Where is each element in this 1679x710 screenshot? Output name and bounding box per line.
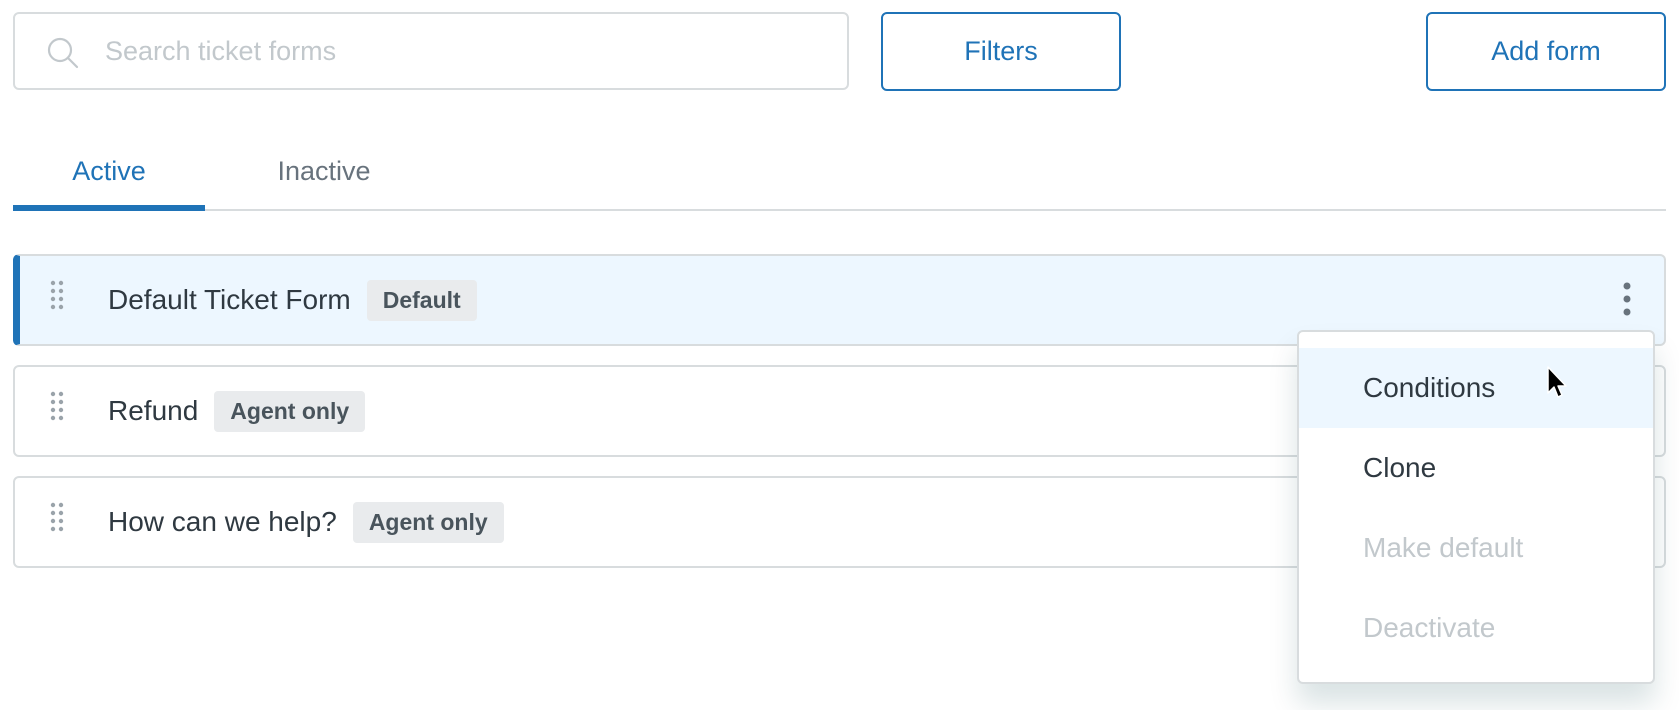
form-name-text: Refund: [108, 395, 199, 426]
form-name: Default Ticket Form Default: [108, 256, 477, 344]
drag-handle-icon[interactable]: [49, 502, 65, 532]
status-tabs: Active Inactive: [13, 150, 1666, 211]
tab-active[interactable]: Active: [13, 150, 205, 211]
status-badge: Agent only: [214, 390, 366, 432]
form-options-menu: Conditions Clone Make default Deactivate: [1297, 330, 1655, 684]
drag-handle-icon[interactable]: [49, 280, 65, 310]
menu-item-conditions[interactable]: Conditions: [1299, 348, 1653, 428]
more-options-icon[interactable]: [1612, 278, 1642, 322]
menu-item-make-default: Make default: [1363, 532, 1524, 563]
form-name: Refund Agent only: [108, 367, 366, 455]
menu-item-deactivate: Deactivate: [1363, 612, 1496, 643]
status-badge: Default: [366, 279, 477, 321]
status-badge: Agent only: [352, 501, 504, 543]
form-name: How can we help? Agent only: [108, 478, 504, 566]
search-field[interactable]: [13, 12, 849, 90]
filters-button[interactable]: Filters: [881, 12, 1121, 91]
tab-inactive[interactable]: Inactive: [205, 150, 443, 211]
menu-item-clone[interactable]: Clone: [1299, 428, 1653, 508]
mouse-pointer-icon: [1547, 366, 1567, 398]
form-name-text: Default Ticket Form: [108, 284, 351, 315]
form-name-text: How can we help?: [108, 506, 337, 537]
drag-handle-icon[interactable]: [49, 391, 65, 421]
search-input[interactable]: [103, 28, 823, 74]
search-icon: [47, 37, 79, 69]
add-form-button[interactable]: Add form: [1426, 12, 1666, 91]
